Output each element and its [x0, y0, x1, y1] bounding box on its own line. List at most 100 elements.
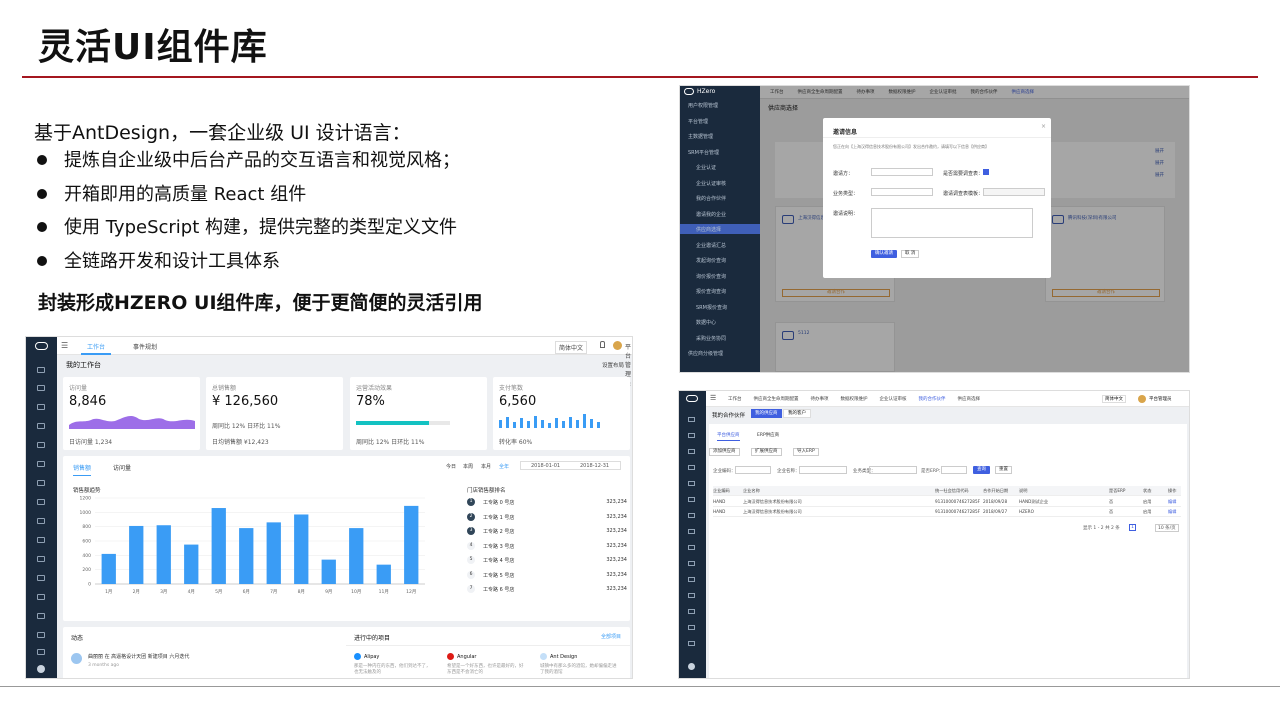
range-month[interactable]: 本月 — [481, 463, 491, 470]
edit-icon[interactable] — [37, 480, 45, 486]
edit-icon[interactable] — [37, 556, 45, 562]
clock-icon[interactable] — [37, 575, 45, 581]
tab-erp-suppliers[interactable]: ERP供应商 — [757, 432, 779, 438]
settings-layout-link[interactable]: 设置布局 — [602, 361, 624, 369]
menu-icon[interactable]: ☰ — [61, 341, 68, 350]
tab-visits[interactable]: 访问量 — [113, 463, 131, 472]
range-week[interactable]: 本周 — [463, 463, 473, 470]
sidebar-item[interactable]: 企业认证 — [696, 164, 716, 171]
file-icon[interactable] — [37, 632, 45, 638]
edit-icon[interactable] — [688, 529, 695, 534]
settings-icon[interactable] — [688, 663, 695, 670]
sidebar-item[interactable]: 数据中心 — [696, 319, 716, 326]
project-name[interactable]: Angular — [457, 654, 476, 660]
page-1-button[interactable]: 1 — [1129, 524, 1136, 531]
tab-workbench[interactable]: 工作台 — [81, 338, 112, 355]
tab-item[interactable]: 我的合作伙伴 — [919, 396, 946, 402]
page-size-select[interactable]: 10 条/页 — [1155, 524, 1179, 532]
edit-icon[interactable] — [37, 442, 45, 448]
range-year[interactable]: 全年 — [499, 463, 509, 470]
date-range-picker[interactable]: 2018-01-01 2018-12-31 — [520, 461, 621, 470]
project-name[interactable]: Ant Design — [550, 654, 577, 660]
user-icon[interactable] — [37, 367, 45, 373]
edit-icon[interactable] — [688, 433, 695, 438]
sidebar-item[interactable]: 发起询价查询 — [696, 257, 726, 264]
tab-item[interactable]: 待办事项 — [811, 396, 829, 402]
sidebar-item[interactable]: 用户权限管理 — [688, 102, 718, 109]
business-type-input[interactable] — [869, 466, 917, 474]
all-projects-link[interactable]: 全部项目 — [601, 633, 621, 640]
link-icon[interactable] — [688, 609, 695, 614]
sidebar-item[interactable]: 询价报价查询 — [696, 273, 726, 280]
sidebar-item[interactable]: 主数据管理 — [688, 133, 713, 140]
table-cell[interactable]: 编辑 — [1168, 499, 1176, 505]
link-icon[interactable] — [37, 594, 45, 600]
language-select[interactable]: 简体中文 — [555, 341, 588, 354]
edit-icon[interactable] — [688, 561, 695, 566]
tab-item[interactable]: 供应商选择 — [958, 396, 981, 402]
table-icon[interactable] — [37, 404, 45, 410]
edit-icon[interactable] — [688, 577, 695, 582]
confirm-invite-button[interactable]: 确认邀请 — [871, 250, 897, 258]
clock-icon[interactable] — [688, 593, 695, 598]
sidebar-item[interactable]: 供应商选择 — [696, 226, 721, 233]
edit-icon[interactable] — [688, 545, 695, 550]
switch-suppliers[interactable]: 我的供应商 — [751, 409, 782, 418]
bank-icon[interactable] — [37, 423, 45, 429]
sidebar-item[interactable]: 我的合作伙伴 — [696, 195, 726, 202]
bank-icon[interactable] — [688, 465, 695, 470]
tab-item[interactable]: 工作台 — [728, 396, 742, 402]
avatar[interactable] — [1138, 395, 1146, 403]
user-icon[interactable] — [688, 417, 695, 422]
avatar[interactable] — [613, 341, 622, 350]
sidebar-item[interactable]: 采购业务协同 — [696, 335, 726, 342]
edit-icon[interactable] — [37, 537, 45, 543]
company-code-input[interactable] — [735, 466, 771, 474]
menu-icon[interactable]: ☰ — [710, 394, 716, 402]
close-icon[interactable]: × — [1041, 123, 1046, 130]
language-select[interactable]: 简体中文 — [1102, 395, 1126, 403]
bell-icon[interactable] — [600, 341, 605, 348]
switch-customers[interactable]: 我的客户 — [783, 409, 811, 418]
edit-icon[interactable] — [37, 385, 45, 391]
tab-item[interactable]: 供应商全生命周期配置 — [754, 396, 799, 402]
project-name[interactable]: Alipay — [364, 654, 379, 660]
business-type-select[interactable] — [871, 188, 933, 196]
tab-event-plan[interactable]: 事件规划 — [133, 342, 157, 351]
query-button[interactable]: 查询 — [973, 466, 990, 474]
sidebar-item[interactable]: 邀请我的企业 — [696, 211, 726, 218]
file-icon[interactable] — [688, 641, 695, 646]
sidebar-item[interactable]: 报价查询查询 — [696, 288, 726, 295]
survey-checkbox[interactable] — [983, 169, 989, 175]
company-name-input[interactable] — [799, 466, 847, 474]
tab-platform-suppliers[interactable]: 平台供应商 — [717, 432, 740, 441]
cancel-button[interactable]: 取 消 — [901, 250, 920, 258]
sidebar-item[interactable]: SRM平台管理 — [688, 149, 719, 156]
invite-note-textarea[interactable] — [871, 208, 1033, 238]
edit-icon[interactable] — [688, 497, 695, 502]
table-icon[interactable] — [688, 449, 695, 454]
send-icon[interactable] — [37, 649, 45, 655]
grid-icon[interactable] — [37, 613, 45, 619]
edit-icon[interactable] — [37, 518, 45, 524]
is-erp-select[interactable] — [941, 466, 967, 474]
reset-button[interactable]: 重置 — [995, 466, 1012, 474]
table-cell[interactable]: 编辑 — [1168, 509, 1176, 515]
tab-item[interactable]: 数据权限维护 — [841, 396, 868, 402]
extend-supplier-button[interactable]: 扩展供应商 — [751, 448, 782, 456]
sidebar-item[interactable]: 平台管理 — [688, 118, 708, 125]
tab-item[interactable]: 企业认证审核 — [880, 396, 907, 402]
add-supplier-button[interactable]: 添加供应商 — [709, 448, 740, 456]
inviter-input[interactable] — [871, 168, 933, 176]
sidebar-item[interactable]: 供应商分级管理 — [688, 350, 723, 357]
grid-icon[interactable] — [688, 625, 695, 630]
settings-icon[interactable] — [37, 665, 45, 673]
survey-template-input[interactable] — [983, 188, 1045, 196]
range-today[interactable]: 今日 — [446, 463, 456, 470]
edit-icon[interactable] — [37, 461, 45, 467]
import-erp-button[interactable]: 导入ERP — [793, 448, 819, 456]
sidebar-item[interactable]: 企业认证审核 — [696, 180, 726, 187]
edit-icon[interactable] — [37, 499, 45, 505]
tab-sales[interactable]: 销售额 — [73, 463, 92, 476]
sidebar-item[interactable]: 企业邀请汇总 — [696, 242, 726, 249]
